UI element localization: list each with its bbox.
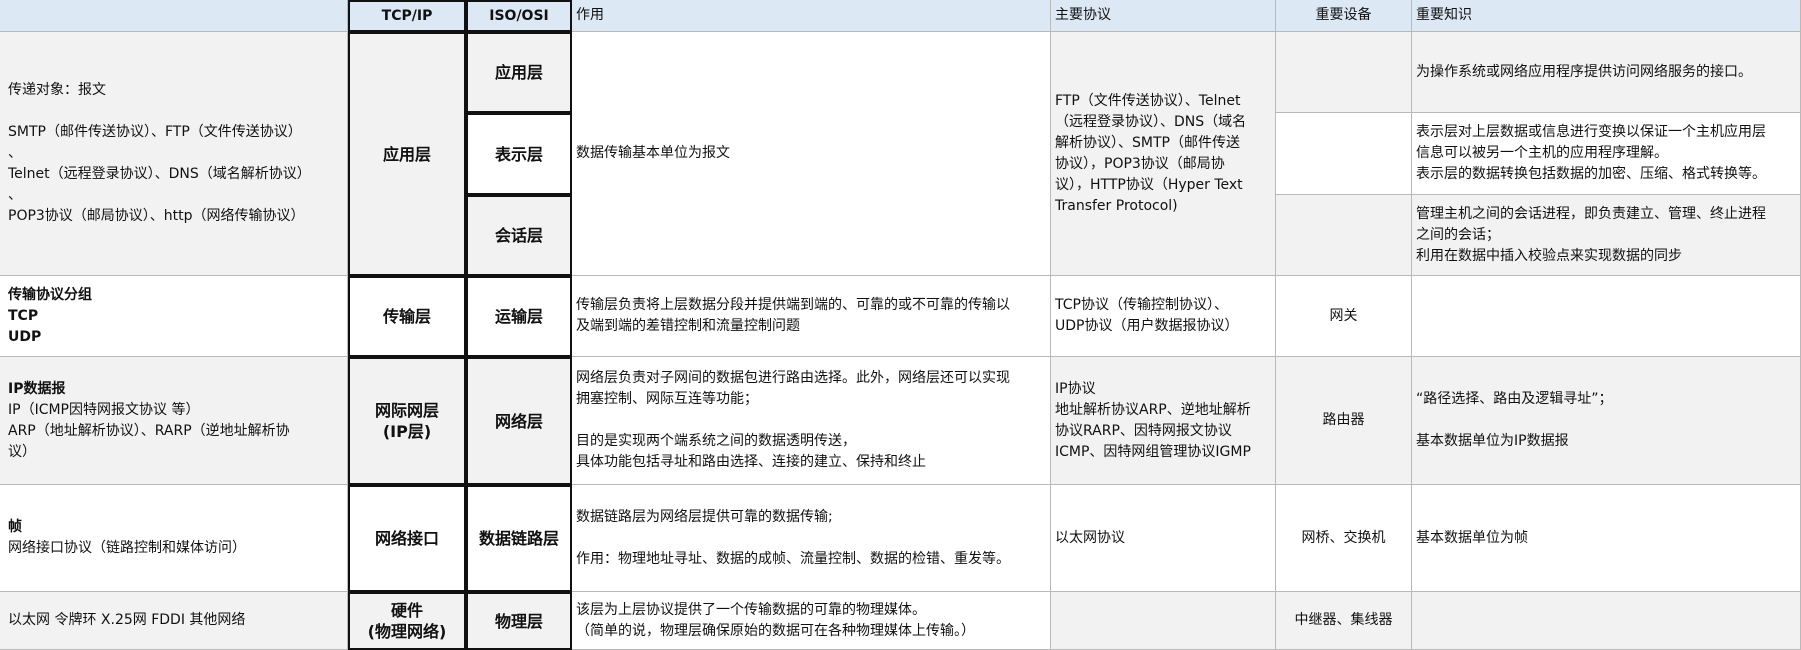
session-knowledge-cell[interactable]: 管理主机之间的会话进程，即负责建立、管理、终止进程 之间的会话； 利用在数据中插… (1412, 195, 1801, 276)
datalink-knowledge-cell[interactable]: 基本数据单位为帧 (1412, 485, 1801, 592)
osi-presentation-layer[interactable]: 表示层 (466, 113, 572, 195)
header-devices[interactable]: 重要设备 (1276, 0, 1412, 32)
transport-knowledge-cell[interactable] (1412, 276, 1801, 357)
header-knowledge[interactable]: 重要知识 (1412, 0, 1801, 32)
tcpip-hardware-layer[interactable]: 硬件 (物理网络) (348, 592, 466, 650)
tcpip-link-layer[interactable]: 网络接口 (348, 485, 466, 592)
app-object-text: 传递对象：报文 SMTP（邮件传送协议）、FTP（文件传送协议） 、 Telne… (8, 82, 311, 224)
network-protocols-cell[interactable]: IP协议 地址解析协议ARP、逆地址解析 协议RARP、因特网报文协议 ICMP… (1051, 357, 1276, 485)
physical-knowledge-cell[interactable] (1412, 592, 1801, 650)
osi-network-layer[interactable]: 网络层 (466, 357, 572, 485)
app-device-cell-2[interactable] (1276, 113, 1412, 195)
tcpip-transport-layer[interactable]: 传输层 (348, 276, 466, 357)
app-device-cell-3[interactable] (1276, 195, 1412, 276)
transport-role-cell[interactable]: 传输层负责将上层数据分段并提供端到端的、可靠的或不可靠的传输以 及端到端的差错控… (572, 276, 1051, 357)
osi-transport-layer[interactable]: 运输层 (466, 276, 572, 357)
header-tcpip[interactable]: TCP/IP (348, 0, 466, 32)
network-knowledge-cell[interactable]: “路径选择、路由及逻辑寻址”； 基本数据单位为IP数据报 (1412, 357, 1801, 485)
tcpip-application-layer[interactable]: 应用层 (348, 32, 466, 276)
datalink-object-body: 网络接口协议（链路控制和媒体访问） (8, 540, 246, 556)
header-role[interactable]: 作用 (572, 0, 1051, 32)
datalink-protocols-cell[interactable]: 以太网协议 (1051, 485, 1276, 592)
datalink-object-cell[interactable]: 帧 网络接口协议（链路控制和媒体访问） (0, 485, 348, 592)
tcpip-internet-layer[interactable]: 网际网层 (IP层) (348, 357, 466, 485)
datalink-role-cell[interactable]: 数据链路层为网络层提供可靠的数据传输; 作用：物理地址寻址、数据的成帧、流量控制… (572, 485, 1051, 592)
physical-protocols-cell[interactable] (1051, 592, 1276, 650)
network-object-cell[interactable]: IP数据报 IP（ICMP因特网报文协议 等） ARP（地址解析协议）、RARP… (0, 357, 348, 485)
osi-session-layer[interactable]: 会话层 (466, 195, 572, 276)
transport-object-cell[interactable]: 传输协议分组 TCP UDP (0, 276, 348, 357)
osi-application-layer[interactable]: 应用层 (466, 32, 572, 113)
osi-physical-layer[interactable]: 物理层 (466, 592, 572, 650)
osi-tcpip-table: TCP/IP ISO/OSI 作用 主要协议 重要设备 重要知识 传递对象：报文… (0, 0, 1801, 650)
header-blank-cell[interactable] (0, 0, 348, 32)
datalink-object-title: 帧 (8, 519, 22, 535)
network-device-cell[interactable]: 路由器 (1276, 357, 1412, 485)
physical-device-cell[interactable]: 中继器、集线器 (1276, 592, 1412, 650)
header-isoosi[interactable]: ISO/OSI (466, 0, 572, 32)
physical-object-cell[interactable]: 以太网 令牌环 X.25网 FDDI 其他网络 (0, 592, 348, 650)
app-role-cell[interactable]: 数据传输基本单位为报文 (572, 32, 1051, 276)
physical-role-cell[interactable]: 该层为上层协议提供了一个传输数据的可靠的物理媒体。 （简单的说，物理层确保原始的… (572, 592, 1051, 650)
app-device-cell-1[interactable] (1276, 32, 1412, 113)
osi-datalink-layer[interactable]: 数据链路层 (466, 485, 572, 592)
app-knowledge-cell[interactable]: 为操作系统或网络应用程序提供访问网络服务的接口。 (1412, 32, 1801, 113)
header-protocols[interactable]: 主要协议 (1051, 0, 1276, 32)
network-object-title: IP数据报 (8, 380, 66, 397)
presentation-knowledge-cell[interactable]: 表示层对上层数据或信息进行变换以保证一个主机应用层 信息可以被另一个主机的应用程… (1412, 113, 1801, 195)
network-object-body: IP（ICMP因特网报文协议 等） ARP（地址解析协议）、RARP（逆地址解析… (8, 401, 290, 460)
network-role-cell[interactable]: 网络层负责对子网间的数据包进行路由选择。此外，网络层还可以实现 拥塞控制、网际互… (572, 357, 1051, 485)
transport-device-cell[interactable]: 网关 (1276, 276, 1412, 357)
app-object-cell[interactable]: 传递对象：报文 SMTP（邮件传送协议）、FTP（文件传送协议） 、 Telne… (0, 32, 348, 276)
datalink-device-cell[interactable]: 网桥、交换机 (1276, 485, 1412, 592)
app-protocols-cell[interactable]: FTP（文件传送协议）、Telnet （远程登录协议）、DNS（域名 解析协议）… (1051, 32, 1276, 276)
transport-protocols-cell[interactable]: TCP协议（传输控制协议）、 UDP协议（用户数据报协议） (1051, 276, 1276, 357)
